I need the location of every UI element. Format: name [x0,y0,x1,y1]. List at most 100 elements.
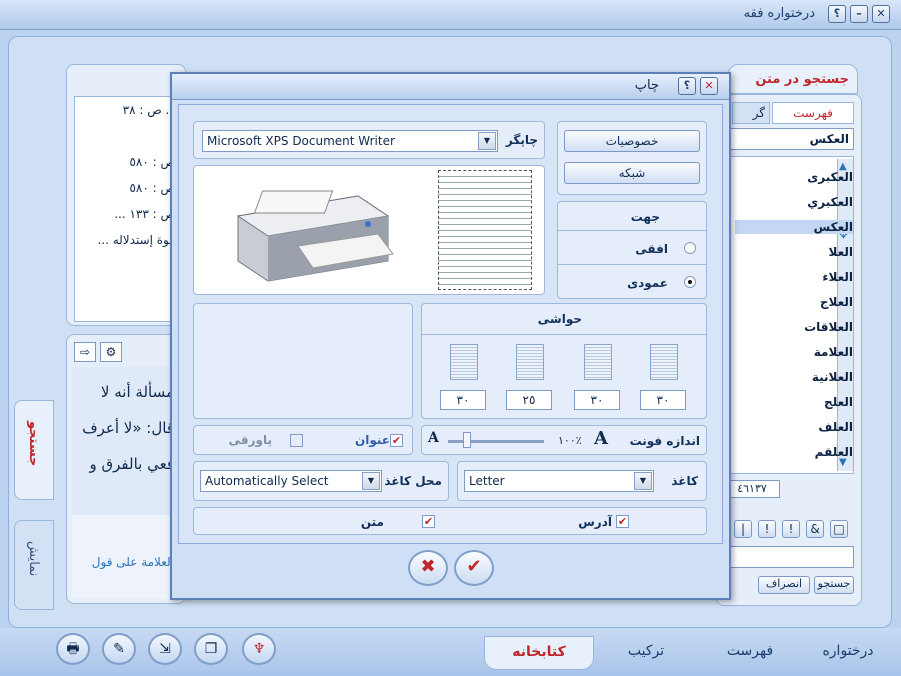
footer-text: العلامة على قول [91,555,174,569]
subtab-other[interactable]: گر [732,102,770,124]
tree-icon[interactable]: ♆ [242,633,276,665]
index-item[interactable]: العلاج [820,295,853,309]
index-item[interactable]: العلانية [812,370,853,384]
footnote-checkbox[interactable] [290,434,303,447]
margins-label: حواشى [537,312,582,326]
tab-search-side-label: جستجو [26,421,41,467]
font-slider-thumb[interactable] [463,432,472,448]
symbol-button[interactable]: □ [830,520,848,538]
index-item[interactable]: العلامة [814,345,853,359]
cancel-button[interactable]: ✖ [408,550,448,586]
margin-input[interactable]: ٢٥ [506,390,552,410]
printer-icon[interactable]: 🖶 [56,633,90,665]
index-item[interactable]: العلاء [822,270,853,284]
index-item[interactable]: العلج [824,395,853,409]
orientation-label: جهت [630,210,660,224]
result-count: ٤٦١٣٧ [724,480,780,498]
text-footer: العلامة على قول [72,515,178,599]
tab-library[interactable]: كتابخانه [484,636,594,670]
result-line[interactable]: ص : ١٣٣ ... [114,207,175,221]
ok-button[interactable]: ✔ [454,550,494,586]
result-line[interactable]: ص : ٥٨٠ [129,155,175,169]
results-list[interactable]: ... ص : ٣٨ ص : ٥٨٠ ص : ٥٨٠ ص : ١٣٣ ... ف… [74,96,182,322]
copy-icon[interactable]: ❐ [194,633,228,665]
settings-tool-icon[interactable]: ⚙ [100,342,122,362]
paper-label: كاغذ [671,474,698,488]
export-icon[interactable]: ⇲ [148,633,182,665]
query-input[interactable] [724,546,854,568]
print-dialog: چاپ ✕ ؟ Microsoft XPS Document Writer ▼ چ… [170,72,731,600]
margin-input[interactable]: ٣٠ [440,390,486,410]
index-item[interactable]: العكبري [807,195,853,209]
search-input[interactable]: العكس [724,128,854,150]
margin-input[interactable]: ٣٠ [574,390,620,410]
paper-select[interactable]: Letter ▼ [464,470,654,492]
dialog-title: چاپ [634,78,659,93]
symbol-button[interactable]: ! [758,520,776,538]
printer-select[interactable]: Microsoft XPS Document Writer ▼ [202,130,498,152]
tab-search-side[interactable]: جستجو [14,400,54,500]
paper-select-value: Letter [469,474,505,488]
page-margin-icon [584,344,612,380]
tab-notes-side-label: نمايش [26,541,41,577]
index-item[interactable]: العلف [818,420,853,434]
index-item[interactable]: العكس [735,220,853,234]
landscape-radio[interactable] [684,242,696,254]
tab-text-search[interactable]: جستجو در متن [728,64,858,94]
portrait-label: عمودى [627,276,668,290]
printer-select-value: Microsoft XPS Document Writer [207,134,395,148]
address-label: آدرس [578,515,612,529]
text-checkbox[interactable]: ✔ [422,515,435,528]
dialog-close-button[interactable]: ✕ [700,77,718,95]
preview-box [193,165,545,295]
search-button[interactable]: جستجو [814,576,854,594]
text-line: قال: «لا أعرف [82,419,174,437]
cancel-search-button[interactable]: انصراف [758,576,810,594]
divider [422,334,706,335]
index-item[interactable]: العلا [828,245,853,259]
portrait-radio[interactable] [684,276,696,288]
symbol-button[interactable]: ! [782,520,800,538]
edit-icon[interactable]: ✎ [102,633,136,665]
dropdown-arrow-icon[interactable]: ▼ [362,472,380,490]
subtab-index[interactable]: فهرست [772,102,854,124]
title-checkbox[interactable]: ✔ [390,434,403,447]
result-line[interactable]: ص : ٥٨٠ [129,181,175,195]
tab-compose[interactable]: تركيب [596,636,696,670]
symbol-button[interactable]: & [806,520,824,538]
next-arrow-icon[interactable]: ⇨ [74,342,96,362]
close-button[interactable]: ✕ [872,5,890,23]
printer-box: Microsoft XPS Document Writer ▼ چاپگر [193,121,545,159]
tab-notes-side[interactable]: نمايش [14,520,54,610]
index-item[interactable]: العلقم [815,445,853,459]
dialog-help-button[interactable]: ؟ [678,77,696,95]
tab-tree[interactable]: درختواره [800,636,896,670]
paper-source-select[interactable]: Automatically Select ▼ [200,470,382,492]
help-button[interactable]: ؟ [828,5,846,23]
text-viewer[interactable]: مسألة أنه لا قال: «لا أعرف فعي بالفرق و [72,367,178,515]
index-item[interactable]: العكبرى [807,170,853,184]
divider [558,230,706,231]
network-button[interactable]: شبكه [564,162,700,184]
printer-buttons-box: خصوصيات شبكه [557,121,707,195]
footnote-label: پاورقى [228,433,272,447]
minimize-button[interactable]: – [850,5,868,23]
symbol-button[interactable]: | [734,520,752,538]
font-size-box: A ١٠٠٪ A اندازه فونت [421,425,707,455]
result-line[interactable]: فوة إستدلاله ... [97,233,175,247]
page-margin-icon [516,344,544,380]
header-options-box: عنوان ✔ پاورقى [193,425,413,455]
page-margin-icon [650,344,678,380]
tab-text-search-label: جستجو در متن [755,72,849,87]
address-checkbox[interactable]: ✔ [616,515,629,528]
dropdown-arrow-icon[interactable]: ▼ [478,132,496,150]
margin-input[interactable]: ٣٠ [640,390,686,410]
dropdown-arrow-icon[interactable]: ▼ [634,472,652,490]
tab-index[interactable]: فهرست [700,636,800,670]
index-item[interactable]: العلاقات [804,320,853,334]
text-line: فعي بالفرق و [89,455,174,473]
properties-button[interactable]: خصوصيات [564,130,700,152]
window-title: درختواره فقه [743,6,815,21]
orientation-box: جهت افقى عمودى [557,201,707,299]
paper-source-value: Automatically Select [205,474,329,488]
